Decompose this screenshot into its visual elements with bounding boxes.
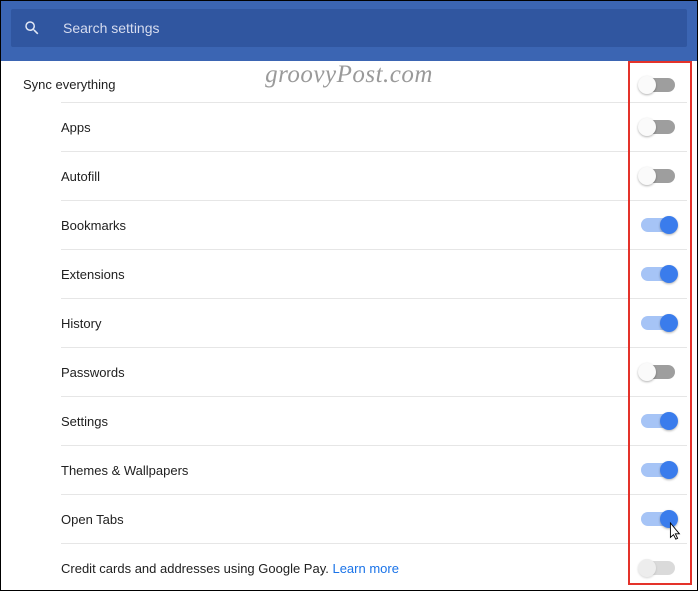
sync-item-toggle[interactable] (641, 120, 675, 134)
sync-item-row: Settings (61, 396, 687, 445)
sync-item-row: Autofill (61, 151, 687, 200)
sync-item-label: Extensions (61, 267, 125, 282)
sync-item-row: Apps (61, 102, 687, 151)
google-pay-toggle (641, 561, 675, 575)
sync-item-row: Open Tabs (61, 494, 687, 543)
sync-item-toggle[interactable] (641, 169, 675, 183)
google-pay-row: Credit cards and addresses using Google … (61, 543, 687, 592)
google-pay-label: Credit cards and addresses using Google … (61, 561, 399, 576)
sync-item-label: History (61, 316, 101, 331)
sync-item-toggle[interactable] (641, 267, 675, 281)
sync-item-label: Bookmarks (61, 218, 126, 233)
sync-item-label: Open Tabs (61, 512, 124, 527)
search-bar[interactable] (11, 9, 687, 47)
sync-item-row: Extensions (61, 249, 687, 298)
sync-item-toggle[interactable] (641, 218, 675, 232)
header (1, 1, 697, 61)
sync-item-toggle[interactable] (641, 414, 675, 428)
sync-item-row: Bookmarks (61, 200, 687, 249)
sync-item-toggle[interactable] (641, 365, 675, 379)
sync-everything-toggle[interactable] (641, 78, 675, 92)
sync-item-toggle[interactable] (641, 463, 675, 477)
search-input[interactable] (61, 19, 675, 37)
sync-item-label: Passwords (61, 365, 125, 380)
learn-more-link[interactable]: Learn more (332, 561, 398, 576)
sync-item-toggle[interactable] (641, 316, 675, 330)
sync-everything-label: Sync everything (23, 77, 116, 92)
sync-item-row: History (61, 298, 687, 347)
sync-settings: Sync everything Apps Autofill Bookmarks Ext… (1, 61, 697, 592)
sync-item-label: Autofill (61, 169, 100, 184)
sync-item-label: Apps (61, 120, 91, 135)
sync-item-label: Themes & Wallpapers (61, 463, 188, 478)
sync-item-label: Settings (61, 414, 108, 429)
search-icon (23, 19, 41, 37)
sync-everything-row: Sync everything (11, 61, 687, 102)
sync-item-row: Themes & Wallpapers (61, 445, 687, 494)
sync-item-toggle[interactable] (641, 512, 675, 526)
sync-item-row: Passwords (61, 347, 687, 396)
